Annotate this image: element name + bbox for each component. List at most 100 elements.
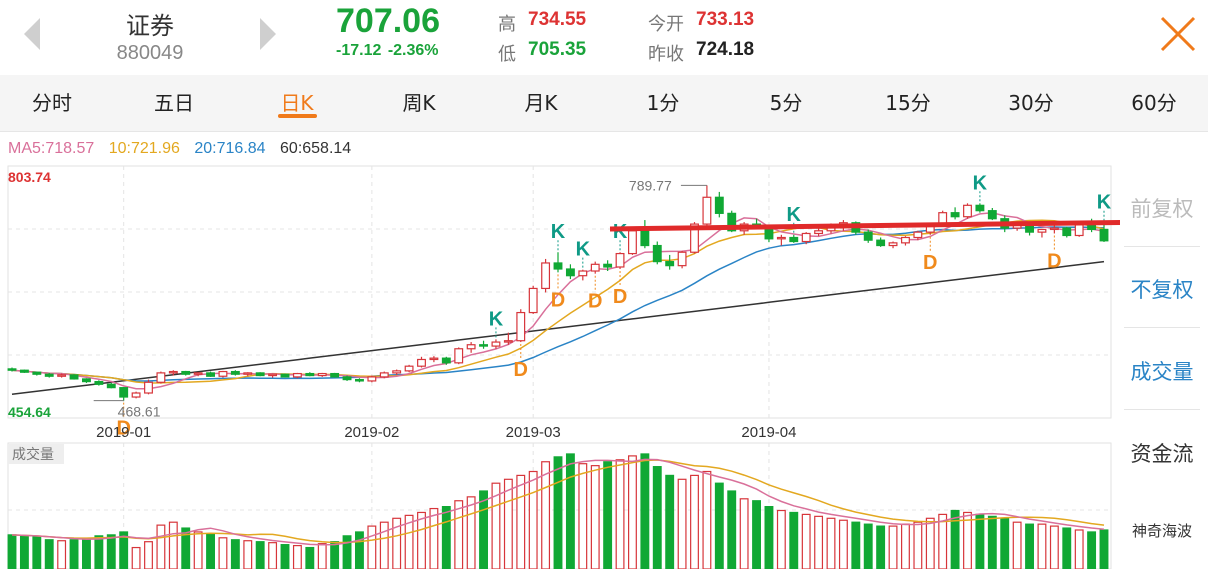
candle-body bbox=[516, 311, 526, 342]
volume-bar bbox=[1087, 531, 1097, 569]
candle-body bbox=[342, 376, 352, 381]
candle-body bbox=[218, 370, 228, 377]
candle-body bbox=[950, 212, 960, 218]
candle-body bbox=[1062, 227, 1072, 237]
volume-bar bbox=[44, 539, 54, 569]
candle-body bbox=[168, 370, 178, 374]
volume-bar bbox=[863, 523, 873, 569]
candle-body bbox=[193, 372, 203, 375]
candle-body bbox=[963, 204, 972, 218]
candle-body bbox=[94, 381, 104, 385]
volume-bar bbox=[168, 521, 178, 569]
volume-bar bbox=[826, 517, 836, 569]
volume-bar bbox=[640, 453, 650, 569]
x-tick-label: 2019-03 bbox=[506, 424, 561, 441]
tab-60min[interactable]: 60分 bbox=[1114, 87, 1194, 116]
volume-bar bbox=[218, 537, 228, 569]
candle-body bbox=[230, 370, 240, 375]
volume-bar bbox=[144, 541, 153, 569]
volume-bar bbox=[714, 482, 724, 569]
candle-body bbox=[528, 287, 538, 314]
candle-body bbox=[776, 236, 786, 240]
volume-bar bbox=[851, 521, 861, 569]
volume-bar bbox=[925, 517, 935, 569]
candle-body bbox=[119, 387, 129, 398]
volume-bar bbox=[503, 478, 513, 569]
candle-body bbox=[665, 261, 675, 267]
candle-body bbox=[702, 196, 712, 225]
volume-bar bbox=[603, 461, 613, 569]
candle-body bbox=[441, 357, 451, 364]
kd-markers: KKKKKKKDDD D DD D bbox=[116, 172, 1111, 439]
volume-bar bbox=[317, 543, 327, 569]
adjust-forward-button[interactable]: 前复权 bbox=[1124, 193, 1200, 223]
volume-bar bbox=[1099, 529, 1109, 569]
volume-bar bbox=[292, 544, 302, 569]
volume-bar bbox=[57, 540, 67, 569]
volume-bar bbox=[814, 515, 824, 569]
candle-body bbox=[392, 370, 402, 374]
candle-body bbox=[503, 340, 513, 343]
candle-body bbox=[677, 251, 687, 267]
volume-bar bbox=[367, 525, 377, 569]
candle-body bbox=[541, 262, 551, 290]
candle-body bbox=[144, 381, 153, 394]
volume-bar bbox=[516, 474, 526, 569]
candle-body bbox=[255, 372, 265, 377]
candle-body bbox=[764, 227, 774, 240]
candle-body bbox=[404, 365, 414, 372]
candle-body bbox=[1049, 227, 1059, 231]
candle-body bbox=[131, 392, 141, 398]
candle-body bbox=[876, 239, 886, 247]
k-marker: K bbox=[1097, 192, 1112, 214]
volume-bar bbox=[1062, 527, 1072, 569]
volume-bar bbox=[528, 470, 538, 569]
volume-bar bbox=[230, 539, 240, 569]
candle-body bbox=[379, 372, 389, 378]
close-icon[interactable] bbox=[1158, 14, 1198, 54]
volume-indicator-button[interactable]: 成交量 bbox=[1124, 356, 1200, 386]
volume-bar bbox=[417, 511, 426, 569]
volume-bar bbox=[255, 541, 265, 569]
volume-bar bbox=[665, 474, 675, 569]
candle-body bbox=[975, 204, 985, 212]
k-marker: K bbox=[787, 204, 802, 226]
candle-body bbox=[82, 378, 91, 383]
x-tick-label: 2019-04 bbox=[741, 424, 796, 441]
candle-body bbox=[553, 262, 563, 270]
volume-bar bbox=[1074, 529, 1084, 569]
volume-bar bbox=[901, 523, 910, 569]
candle-body bbox=[292, 372, 302, 378]
y-min-label: 454.64 bbox=[8, 404, 51, 420]
volume-bar bbox=[578, 463, 588, 569]
volume-bar bbox=[888, 525, 898, 569]
volume-bar bbox=[1012, 521, 1022, 569]
volume-bar bbox=[330, 541, 340, 569]
candle-body bbox=[19, 369, 29, 373]
d-marker: D bbox=[514, 359, 528, 381]
d-marker: D bbox=[1047, 250, 1061, 272]
candle-body bbox=[640, 230, 650, 247]
volume-bar bbox=[206, 533, 215, 569]
volume-bar bbox=[677, 478, 687, 569]
candle-body bbox=[913, 231, 923, 239]
candle-body bbox=[814, 230, 824, 235]
volume-bar bbox=[1025, 523, 1034, 569]
candle-body bbox=[1037, 228, 1047, 233]
candle-body bbox=[206, 372, 215, 377]
k-marker: K bbox=[973, 172, 988, 194]
d-marker: D bbox=[588, 291, 602, 313]
volume-bar bbox=[541, 461, 551, 569]
candle-body bbox=[789, 236, 799, 243]
candle-body bbox=[454, 348, 464, 364]
adjust-none-button[interactable]: 不复权 bbox=[1124, 274, 1200, 304]
kline-chart[interactable]: KKKKKKKDDD D DD D 803.74 454.64 2019-01 2019… bbox=[0, 0, 1120, 569]
capital-flow-button[interactable]: 资金流 bbox=[1124, 438, 1200, 468]
volume-bar bbox=[776, 509, 786, 569]
volume-bar bbox=[690, 474, 699, 569]
indicator-name-button[interactable]: 神奇海波 bbox=[1124, 520, 1200, 541]
side-divider bbox=[1124, 246, 1200, 247]
volume-bar bbox=[429, 507, 439, 569]
volume-bar bbox=[441, 506, 451, 569]
k-marker: K bbox=[613, 221, 628, 243]
